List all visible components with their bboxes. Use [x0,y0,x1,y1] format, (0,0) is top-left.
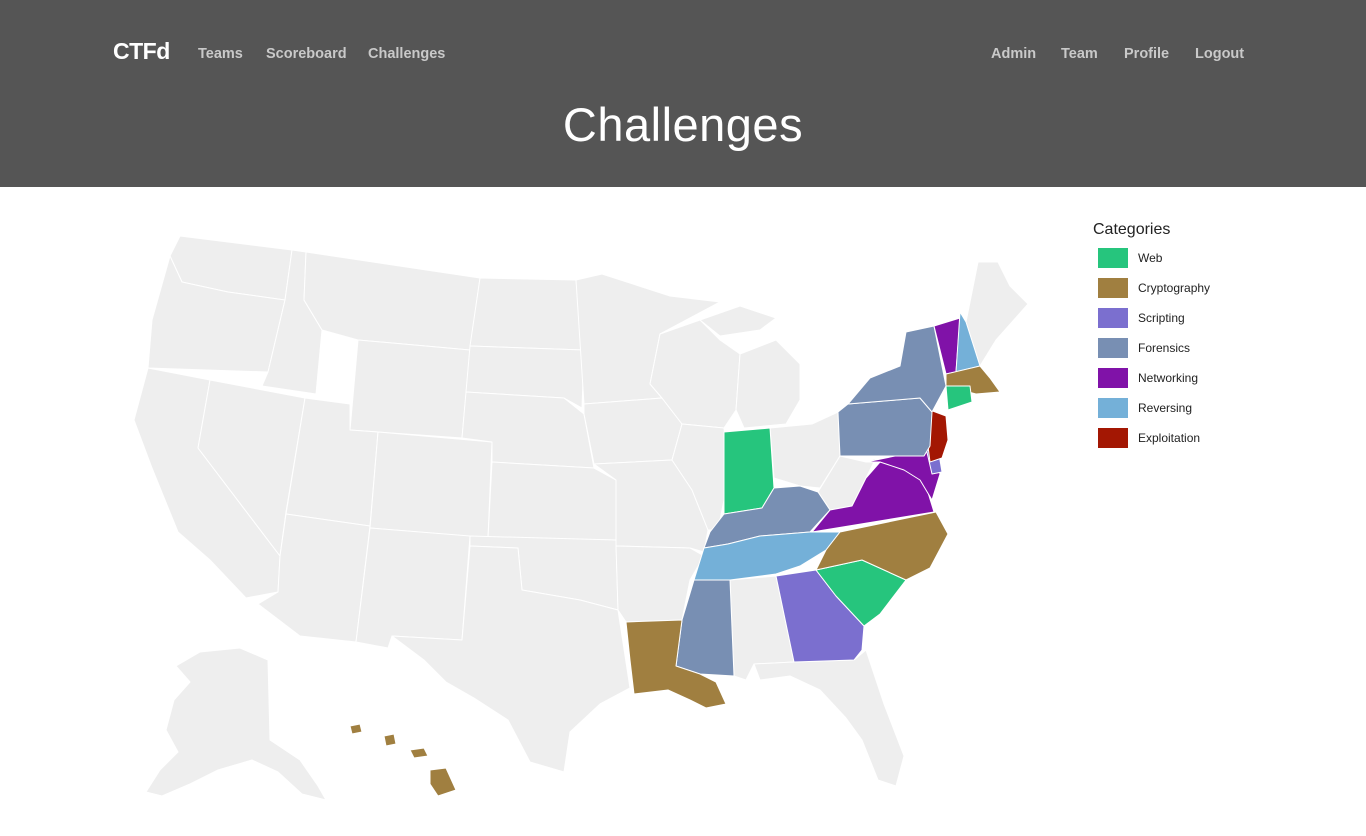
state-north-dakota[interactable] [469,277,585,351]
legend-title: Categories [1093,221,1171,238]
nav-link-admin[interactable]: Admin [991,46,1036,62]
legend-item-scripting: Scripting [1093,305,1293,335]
state-iowa[interactable] [583,397,683,465]
state-alaska[interactable] [145,647,327,801]
state-connecticut[interactable] [945,385,973,411]
top-navbar: CTFd Teams Scoreboard Challenges Admin T… [0,0,1366,187]
state-pennsylvania[interactable] [837,397,933,457]
state-kansas[interactable] [487,461,617,541]
legend-item-networking: Networking [1093,365,1293,395]
legend-swatch [1098,338,1128,358]
state-hawaii[interactable] [349,723,457,797]
state-florida[interactable] [753,649,905,787]
legend-swatch [1098,398,1128,418]
state-montana[interactable] [303,251,481,351]
category-legend: Categories Web Cryptography Scripting Fo… [1093,221,1293,455]
map-svg [133,235,1029,801]
nav-link-profile[interactable]: Profile [1124,46,1169,62]
nav-link-scoreboard[interactable]: Scoreboard [266,46,347,62]
legend-swatch [1098,248,1128,268]
legend-label: Reversing [1138,401,1193,415]
nav-link-logout[interactable]: Logout [1195,46,1244,62]
legend-swatch [1098,308,1128,328]
nav-link-teams[interactable]: Teams [198,46,243,62]
legend-item-forensics: Forensics [1093,335,1293,365]
page-title: Challenges [562,98,804,151]
legend-item-cryptography: Cryptography [1093,275,1293,305]
nav-link-challenges[interactable]: Challenges [368,46,445,62]
legend-item-exploitation: Exploitation [1093,425,1293,455]
legend-label: Forensics [1138,341,1191,355]
us-challenge-map [110,222,1040,812]
legend-swatch [1098,278,1128,298]
legend-label: Web [1138,251,1163,265]
brand-link[interactable]: CTFd [113,38,170,65]
state-colorado[interactable] [369,431,493,539]
legend-label: Cryptography [1138,281,1211,295]
legend-label: Scripting [1138,311,1185,325]
nav-link-team[interactable]: Team [1061,46,1098,62]
state-wyoming[interactable] [349,339,471,439]
legend-swatch [1098,428,1128,448]
state-new-mexico[interactable] [355,527,471,649]
legend-swatch [1098,368,1128,388]
legend-label: Networking [1138,371,1199,385]
legend-item-reversing: Reversing [1093,395,1293,425]
legend-label: Exploitation [1138,431,1201,445]
state-new-york[interactable] [847,325,947,413]
legend-item-web: Web [1093,245,1293,275]
